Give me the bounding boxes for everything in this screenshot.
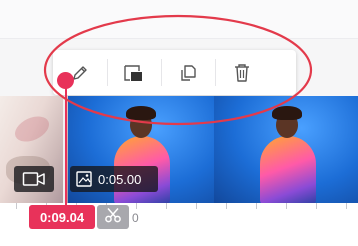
image-icon xyxy=(76,171,92,187)
duplicate-icon xyxy=(178,63,198,83)
duplicate-button[interactable] xyxy=(161,50,215,95)
video-camera-icon xyxy=(22,171,46,187)
playhead-time: 0:09.04 xyxy=(29,205,95,229)
playhead[interactable] xyxy=(65,86,67,224)
clip-toolbar xyxy=(53,50,296,95)
clip-duration: 0:05.00 xyxy=(98,171,142,187)
video-clip-badge xyxy=(14,166,54,192)
ruler-label: 0 xyxy=(132,211,139,225)
split-button[interactable] xyxy=(97,205,129,229)
trash-icon xyxy=(232,62,252,84)
image-clip-thumbnail[interactable] xyxy=(214,96,358,203)
image-clip-badge: 0:05.00 xyxy=(70,166,158,192)
scissors-icon xyxy=(104,206,122,229)
replace-media-button[interactable] xyxy=(107,50,161,95)
delete-button[interactable] xyxy=(215,50,269,95)
top-area xyxy=(0,0,358,39)
playhead-handle[interactable] xyxy=(57,72,74,89)
replace-media-icon xyxy=(122,63,146,83)
